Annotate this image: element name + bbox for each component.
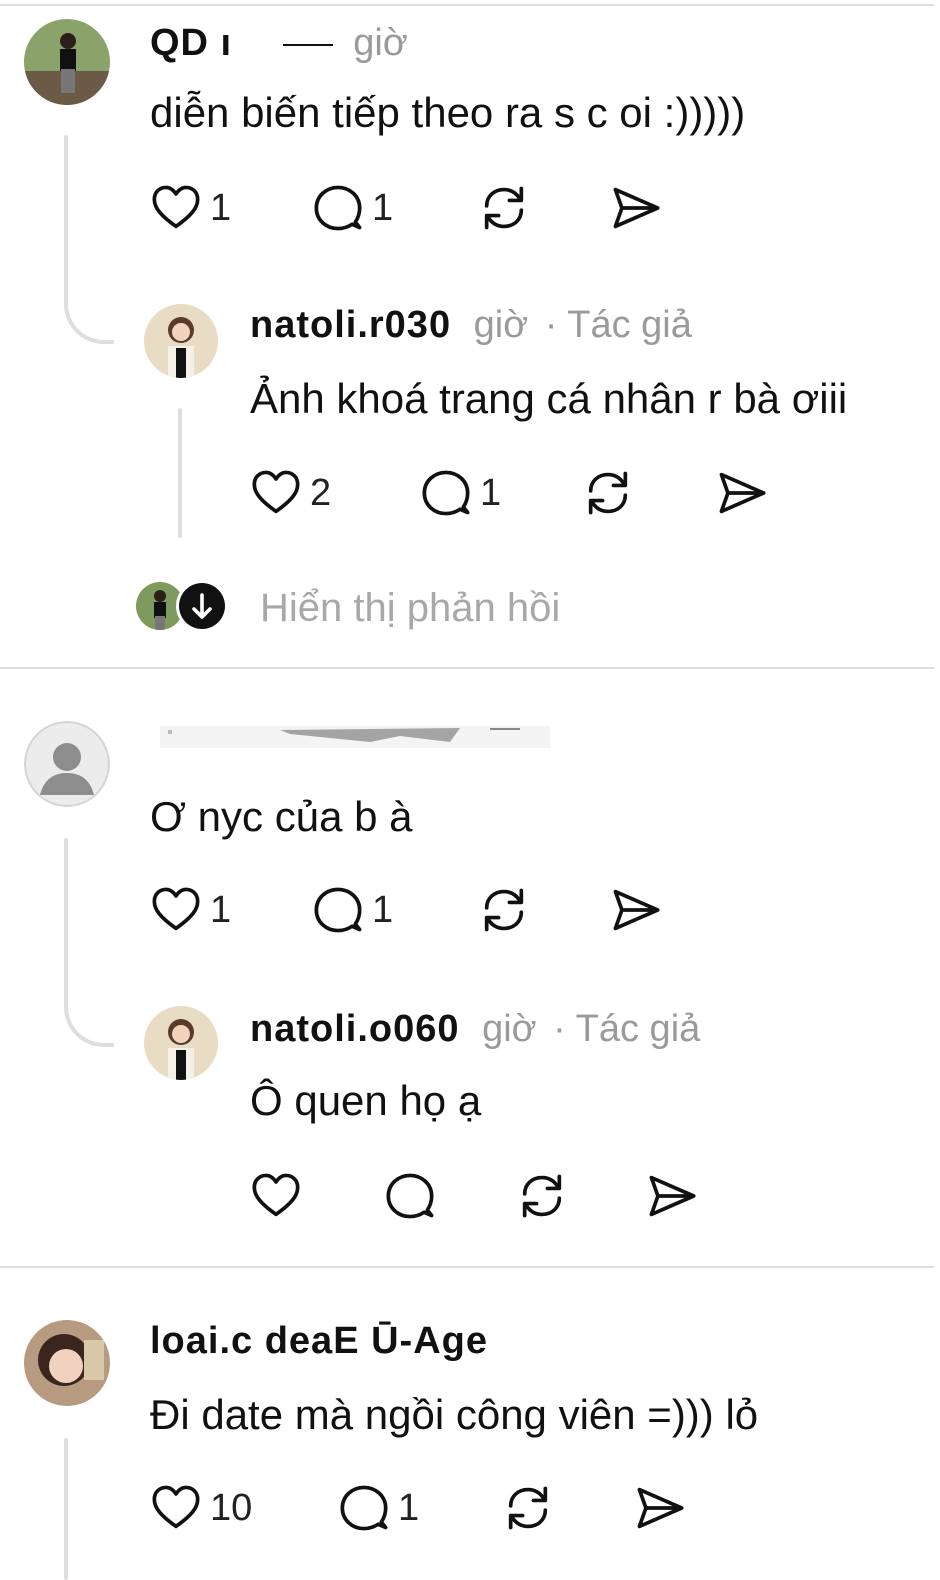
like-button[interactable] <box>250 1166 310 1226</box>
reply-count: 1 <box>480 471 502 514</box>
reply-count: 1 <box>372 888 394 931</box>
arrow-down-icon[interactable] <box>176 580 228 632</box>
comment-icon <box>312 884 364 936</box>
repost-icon <box>502 1482 554 1534</box>
repost-icon <box>478 182 530 234</box>
author-badge: · Tác giả <box>544 304 692 346</box>
like-button[interactable]: 2 <box>250 463 331 523</box>
reply-text: Ảnh khoá trang cá nhân r bà ơiii <box>250 375 848 422</box>
username-redacted[interactable] <box>160 722 550 752</box>
reply-count: 1 <box>372 186 394 229</box>
username[interactable]: natoli.r030 <box>250 304 451 346</box>
like-button[interactable]: 1 <box>150 178 231 238</box>
share-button[interactable] <box>716 463 768 523</box>
repost-icon <box>582 467 634 519</box>
reply-text: Ô quen họ ạ <box>250 1077 482 1124</box>
heart-icon <box>250 1170 302 1222</box>
action-bar <box>250 1166 710 1226</box>
avatar[interactable] <box>24 19 110 105</box>
redacted-mark <box>282 43 333 46</box>
comment-text: diễn biến tiếp theo ra s c oi :))))) <box>150 89 746 136</box>
reply-meta: natoli.o060 giờ · Tác giả <box>250 1010 700 1048</box>
action-bar: 10 1 <box>150 1478 710 1538</box>
reply-meta: natoli.r030 giờ · Tác giả <box>250 306 692 344</box>
comment-icon <box>338 1482 390 1534</box>
author-badge: · Tác giả <box>553 1008 701 1050</box>
comment-meta: QD ı giờ <box>150 24 408 62</box>
reply-button[interactable]: 1 <box>420 463 501 523</box>
timestamp: giờ <box>353 22 408 64</box>
like-count: 1 <box>210 186 232 229</box>
reply-button[interactable] <box>384 1166 444 1226</box>
repost-button[interactable] <box>478 880 530 940</box>
share-button[interactable] <box>646 1166 698 1226</box>
divider <box>0 1266 934 1268</box>
reply-count: 1 <box>398 1486 420 1529</box>
action-bar: 2 1 <box>250 463 770 523</box>
heart-icon <box>250 467 302 519</box>
divider <box>0 667 934 669</box>
reply-button[interactable]: 1 <box>338 1478 419 1538</box>
repost-icon <box>516 1170 568 1222</box>
username[interactable]: natoli.o060 <box>250 1008 460 1050</box>
reply-button[interactable]: 1 <box>312 880 393 940</box>
share-button[interactable] <box>610 880 662 940</box>
share-button[interactable] <box>610 178 662 238</box>
comment-icon <box>312 182 364 234</box>
repost-button[interactable] <box>516 1166 568 1226</box>
like-count: 1 <box>210 888 232 931</box>
share-icon <box>610 182 662 234</box>
like-button[interactable]: 10 <box>150 1478 252 1538</box>
divider <box>0 4 934 6</box>
thread-line <box>64 1438 68 1580</box>
comment-text: Đi date mà ngồi công viên =))) lỏ <box>150 1391 759 1438</box>
heart-icon <box>150 884 202 936</box>
show-replies-link[interactable]: Hiển thị phản hồi <box>260 588 560 628</box>
comment-meta: loai.c deaE Ū-Age <box>150 1322 488 1360</box>
reply-button[interactable]: 1 <box>312 178 393 238</box>
comment-icon <box>384 1170 436 1222</box>
repost-icon <box>478 884 530 936</box>
comment-text: Ơ nyc của b à <box>150 793 413 840</box>
thread-connector <box>64 943 114 1047</box>
share-button[interactable] <box>634 1478 686 1538</box>
username[interactable]: QD ı <box>150 22 232 64</box>
username[interactable]: loai.c deaE Ū-Age <box>150 1320 488 1362</box>
thread-connector <box>64 240 114 344</box>
avatar[interactable] <box>144 1006 218 1080</box>
like-count: 2 <box>310 471 332 514</box>
heart-icon <box>150 1482 202 1534</box>
share-icon <box>610 884 662 936</box>
like-count: 10 <box>210 1486 253 1529</box>
action-bar: 1 1 <box>150 178 670 238</box>
heart-icon <box>150 182 202 234</box>
repost-button[interactable] <box>582 463 634 523</box>
repost-button[interactable] <box>502 1478 554 1538</box>
share-icon <box>716 467 768 519</box>
share-icon <box>634 1482 686 1534</box>
thread-line <box>178 408 182 538</box>
avatar-placeholder[interactable] <box>24 721 110 807</box>
repost-button[interactable] <box>478 178 530 238</box>
share-icon <box>646 1170 698 1222</box>
avatar[interactable] <box>24 1320 110 1406</box>
comment-icon <box>420 467 472 519</box>
timestamp: giờ <box>473 304 529 346</box>
action-bar: 1 1 <box>150 880 670 940</box>
avatar[interactable] <box>144 304 218 378</box>
like-button[interactable]: 1 <box>150 880 231 940</box>
timestamp: giờ <box>482 1008 537 1050</box>
